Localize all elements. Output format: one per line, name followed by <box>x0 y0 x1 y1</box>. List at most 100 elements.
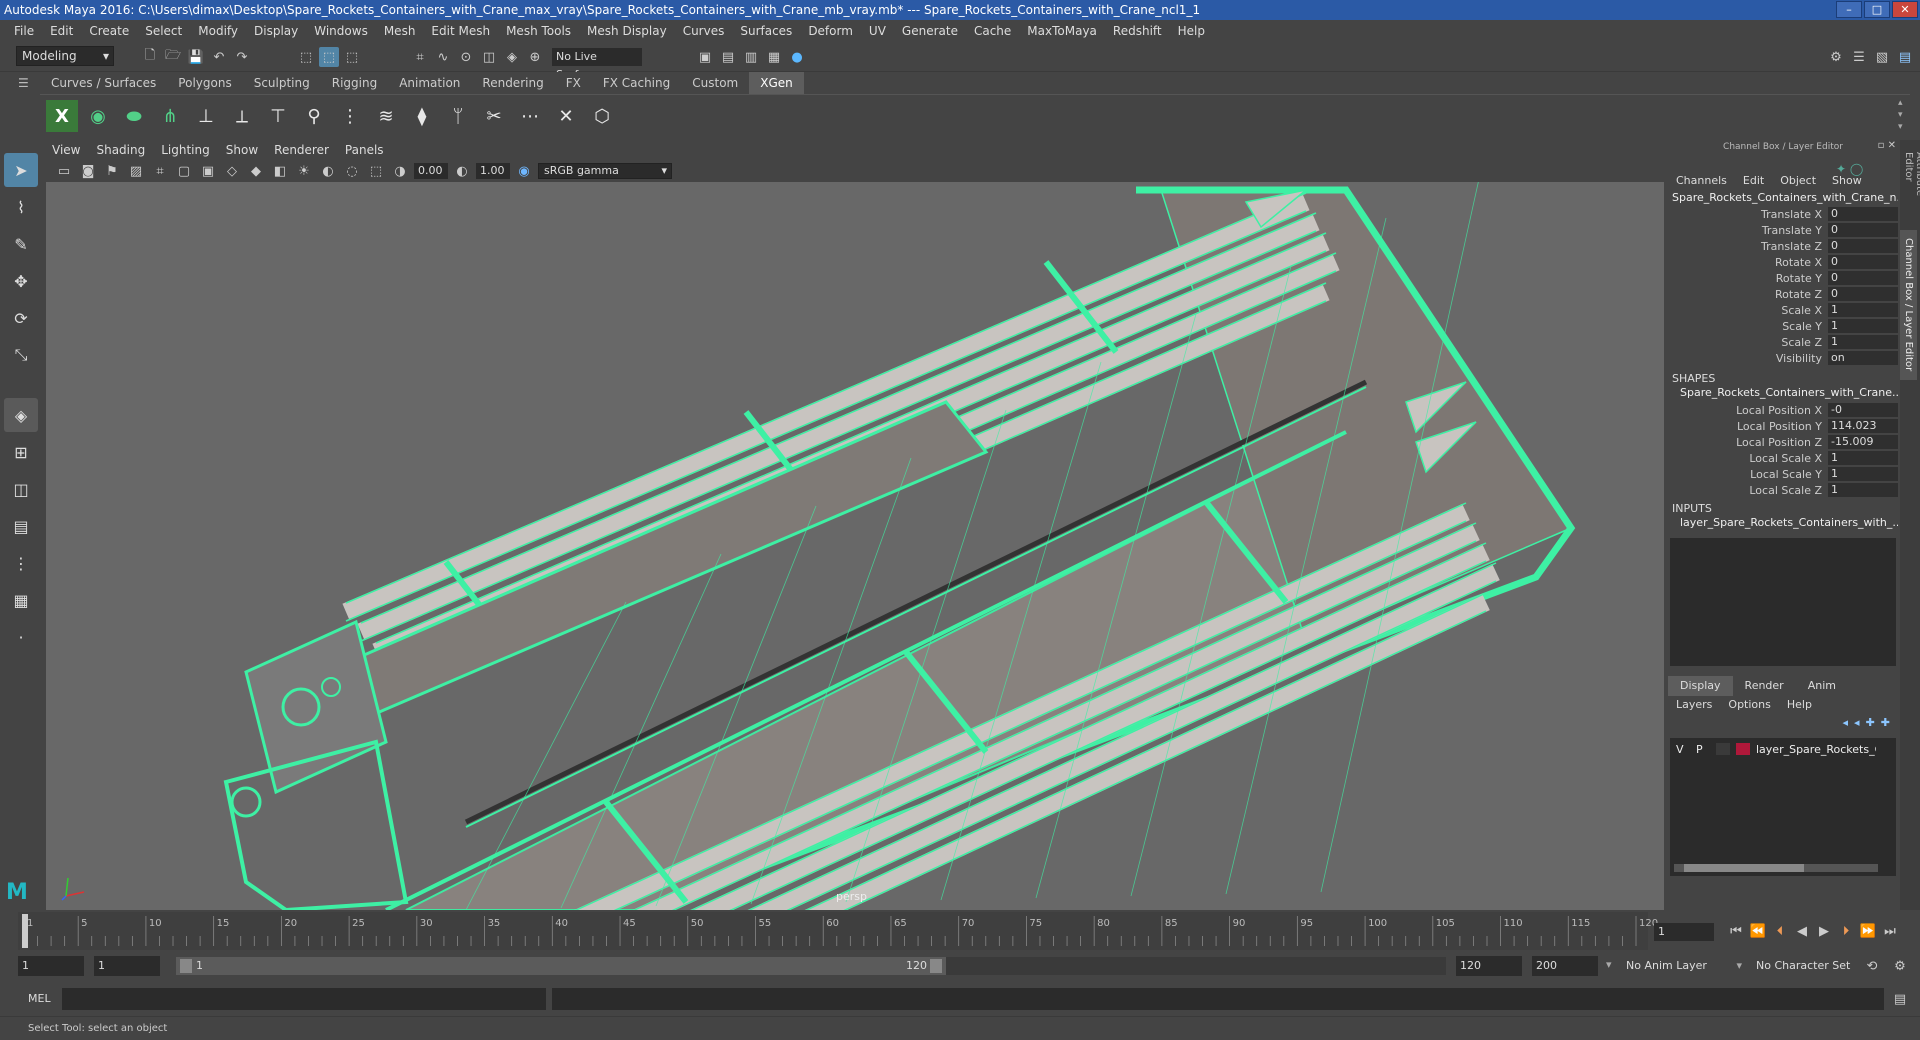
time-slider[interactable]: 1 5 10 15 20 25 30 35 40 45 50 55 60 65 70 75 80 85 90 95 10… <box>0 912 1920 950</box>
shape-channel-value[interactable]: 114.023 <box>1828 419 1898 433</box>
panel-menu-renderer[interactable]: Renderer <box>266 143 337 157</box>
channel-row[interactable]: Rotate X 0 <box>1668 254 1898 270</box>
channel-value[interactable]: 1 <box>1828 319 1898 333</box>
go-to-end-icon[interactable]: ⏭ <box>1880 921 1900 941</box>
exposure-field[interactable]: 0.00 <box>414 163 448 179</box>
layer-color-swatch[interactable] <box>1736 743 1750 755</box>
channel-row[interactable]: Translate Z 0 <box>1668 238 1898 254</box>
shelf-tab-rendering[interactable]: Rendering <box>471 72 555 94</box>
xray-icon[interactable]: ◌ <box>342 161 362 181</box>
single-layout-icon[interactable]: ◈ <box>4 398 38 432</box>
color-space-dropdown[interactable]: sRGB gamma ▾ <box>538 163 672 179</box>
step-forward-key-icon[interactable]: ⏩ <box>1858 921 1878 941</box>
create-description-icon[interactable]: ⬬ <box>118 100 150 132</box>
channel-value[interactable]: 1 <box>1828 335 1898 349</box>
layer-playback[interactable]: P <box>1696 743 1710 756</box>
graph-layout-icon[interactable]: ⋮ <box>4 546 38 580</box>
cut-icon[interactable]: ⋮ <box>334 100 366 132</box>
panel-close-icon[interactable]: ▫ ✕ <box>1878 140 1896 151</box>
channel-menu-object[interactable]: Object <box>1772 174 1824 190</box>
menu-create[interactable]: Create <box>81 24 137 38</box>
isolate-icon[interactable]: ⬚ <box>366 161 386 181</box>
xgen-editor-icon[interactable]: X <box>46 100 78 132</box>
paint-select-icon[interactable]: ✎ <box>4 227 38 261</box>
channel-menu-show[interactable]: Show <box>1824 174 1870 190</box>
channel-row[interactable]: Scale X 1 <box>1668 302 1898 318</box>
render-current-icon[interactable]: ▤ <box>718 47 738 67</box>
make-live-icon[interactable]: ⊕ <box>525 47 545 67</box>
menu-surfaces[interactable]: Surfaces <box>732 24 800 38</box>
command-input[interactable] <box>62 988 546 1010</box>
exposure-icon[interactable]: ◑ <box>390 161 410 181</box>
attribute-editor-tab[interactable]: Attribute Editor <box>1900 140 1920 230</box>
maximize-button[interactable]: □ <box>1864 1 1890 18</box>
grid-toggle-icon[interactable]: ⌗ <box>150 161 170 181</box>
menu-modify[interactable]: Modify <box>190 24 246 38</box>
select-object-icon[interactable]: ⬚ <box>319 47 339 67</box>
script-language-label[interactable]: MEL <box>28 992 51 1005</box>
panel-menu-panels[interactable]: Panels <box>337 143 392 157</box>
input-name[interactable]: layer_Spare_Rockets_Containers_with_... <box>1668 516 1898 532</box>
shelf-tab-custom[interactable]: Custom <box>681 72 750 94</box>
shape-channel-value[interactable]: -0 <box>1828 403 1898 417</box>
snap-view-icon[interactable]: ◫ <box>479 47 499 67</box>
gamma-field[interactable]: 1.00 <box>476 163 510 179</box>
range-slider[interactable]: 1 120 <box>176 957 946 975</box>
gamma-icon[interactable]: ◐ <box>452 161 472 181</box>
shape-channel-row[interactable]: Local Position Z -15.009 <box>1668 434 1898 450</box>
channel-key-icons[interactable]: ✦ ◯ <box>1836 162 1864 176</box>
time-ruler[interactable]: 1 5 10 15 20 25 30 35 40 45 50 55 60 65 70 75 80 85 90 95 10… <box>18 912 1668 950</box>
anim-layer-dropdown[interactable]: No Anim Layer ▾ <box>1622 956 1742 976</box>
hypershade-icon[interactable]: ● <box>787 47 807 67</box>
menu-curves[interactable]: Curves <box>675 24 733 38</box>
new-scene-icon[interactable]: 🗋 <box>140 47 160 67</box>
layer-menu-layers[interactable]: Layers <box>1668 698 1720 716</box>
resolution-gate-icon[interactable]: ▣ <box>198 161 218 181</box>
cutter-icon[interactable]: ⋯ <box>514 100 546 132</box>
range-start-handle[interactable] <box>180 959 192 973</box>
menu-edit[interactable]: Edit <box>42 24 81 38</box>
menu-windows[interactable]: Windows <box>306 24 376 38</box>
density-icon[interactable]: ⟂ <box>226 100 258 132</box>
shape-channel-row[interactable]: Local Position X -0 <box>1668 402 1898 418</box>
panel-menu-view[interactable]: View <box>44 143 88 157</box>
snap-curve-icon[interactable]: ∿ <box>433 47 453 67</box>
channel-value[interactable]: 0 <box>1828 239 1898 253</box>
export-icon[interactable]: ✕ <box>550 100 582 132</box>
two-view-layout-icon[interactable]: ◫ <box>4 472 38 506</box>
menu-edit-mesh[interactable]: Edit Mesh <box>423 24 498 38</box>
save-scene-icon[interactable]: 💾 <box>186 47 206 67</box>
camera-attr-icon[interactable]: ◙ <box>78 161 98 181</box>
scale-tool-icon[interactable]: ⤡ <box>4 338 38 372</box>
undo-icon[interactable]: ↶ <box>209 47 229 67</box>
menu-select[interactable]: Select <box>137 24 190 38</box>
character-set-dropdown[interactable]: No Character Set <box>1752 956 1862 976</box>
start-time-field[interactable]: 1 <box>18 956 84 976</box>
more-layouts-icon[interactable]: · <box>4 620 38 654</box>
bookmark-icon[interactable]: ⚑ <box>102 161 122 181</box>
interactive-groom-icon[interactable]: ᛘ <box>442 100 474 132</box>
move-layer-down-icon[interactable]: ◂ <box>1854 716 1860 738</box>
menu-cache[interactable]: Cache <box>966 24 1019 38</box>
textured-icon[interactable]: ◧ <box>270 161 290 181</box>
end-time-field[interactable]: 200 <box>1532 956 1598 976</box>
render-settings-icon[interactable]: ▦ <box>764 47 784 67</box>
current-frame-field[interactable]: 1 <box>1654 923 1714 941</box>
ipr-render-icon[interactable]: ▥ <box>741 47 761 67</box>
current-time-marker[interactable] <box>22 914 28 948</box>
four-view-layout-icon[interactable]: ⊞ <box>4 435 38 469</box>
channel-value[interactable]: on <box>1828 351 1898 365</box>
menu-maxtomaya[interactable]: MaxToMaya <box>1019 24 1105 38</box>
shelf-tab-fx[interactable]: FX <box>554 72 592 94</box>
channel-value[interactable]: 0 <box>1828 287 1898 301</box>
range-dropdown-icon[interactable]: ▾ <box>1606 958 1612 971</box>
channel-value[interactable]: 0 <box>1828 223 1898 237</box>
layer-scrollbar-thumb[interactable] <box>1684 864 1804 872</box>
shelf-tab-rigging[interactable]: Rigging <box>320 72 389 94</box>
layer-visibility[interactable]: V <box>1676 743 1690 756</box>
minimize-button[interactable]: – <box>1836 1 1862 18</box>
panel-menu-shading[interactable]: Shading <box>88 143 153 157</box>
script-editor-icon[interactable]: ▤ <box>1890 989 1910 1009</box>
shelf-menu-icon[interactable]: ☰ <box>18 76 34 90</box>
move-tool-icon[interactable]: ✥ <box>4 264 38 298</box>
